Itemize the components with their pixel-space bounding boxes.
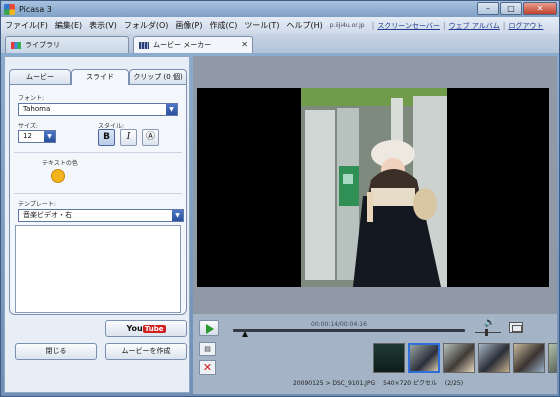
filmstrip-thumbnail[interactable] bbox=[373, 343, 405, 373]
photo-dimensions: 540×720 ピクセル bbox=[383, 380, 437, 387]
preview-area bbox=[193, 56, 557, 314]
template-select[interactable]: 音楽ビデオ・右 ▼ bbox=[18, 209, 184, 222]
size-select[interactable]: 12 ▼ bbox=[18, 130, 56, 143]
slide-settings: フォント: Tahoma ▼ サイズ: 12 ▼ スタイル: B I Ⓐ テキス… bbox=[9, 84, 187, 315]
title-bar: Picasa 3 – □ ✕ bbox=[1, 1, 559, 17]
tab-slide[interactable]: スライド bbox=[71, 69, 129, 85]
fullscreen-icon[interactable] bbox=[509, 322, 523, 333]
filmstrip-thumbnail[interactable] bbox=[408, 343, 440, 373]
play-icon[interactable] bbox=[199, 320, 219, 336]
account-note: p.iiji4u.or.jp bbox=[329, 22, 365, 29]
tab-movie[interactable]: ムービー bbox=[9, 69, 71, 85]
text-color-swatch[interactable] bbox=[51, 169, 65, 183]
slide-text-input[interactable] bbox=[15, 225, 181, 313]
volume-knob[interactable] bbox=[485, 329, 488, 336]
tab-clips[interactable]: クリップ (0 個) bbox=[129, 69, 187, 85]
bold-button[interactable]: B bbox=[98, 129, 115, 146]
filmstrip-thumbnail[interactable] bbox=[478, 343, 510, 373]
minimize-button[interactable]: – bbox=[477, 2, 499, 15]
youtube-logo-tube: Tube bbox=[142, 325, 166, 333]
filmstrip-thumbnail[interactable] bbox=[548, 343, 557, 373]
chevron-down-icon: ▼ bbox=[166, 104, 177, 115]
playhead-handle[interactable] bbox=[241, 331, 248, 337]
slide-photo bbox=[301, 88, 447, 287]
menu-separator: | bbox=[442, 21, 446, 30]
close-window-button[interactable]: ✕ bbox=[523, 2, 557, 15]
menu-separator: | bbox=[502, 21, 506, 30]
logout-link[interactable]: ログアウト bbox=[508, 21, 543, 31]
menu-picture[interactable]: 画像(P) bbox=[175, 20, 202, 31]
tab-movie-maker[interactable]: ムービー メーカー ✕ bbox=[133, 36, 253, 53]
screensaver-link[interactable]: スクリーンセーバー bbox=[377, 21, 440, 31]
font-value: Tahoma bbox=[23, 105, 51, 113]
tab-close-icon[interactable]: ✕ bbox=[241, 40, 248, 49]
window-controls: – □ ✕ bbox=[477, 2, 557, 15]
delete-slide-icon[interactable]: ✕ bbox=[199, 360, 216, 375]
add-text-slide-icon[interactable]: ▤ bbox=[199, 342, 216, 356]
tab-movie-label: ムービー メーカー bbox=[153, 41, 212, 49]
divider bbox=[14, 152, 182, 153]
app-window: Picasa 3 – □ ✕ ファイル(F) 編集(E) 表示(V) フォルダ(… bbox=[0, 0, 560, 397]
photo-info: 20090125 > DSC_9101.JPG 540×720 ピクセル (2/… bbox=[293, 378, 469, 387]
tab-library-label: ライブラリ bbox=[25, 41, 60, 49]
maximize-button[interactable]: □ bbox=[500, 2, 522, 15]
film-icon bbox=[139, 41, 149, 49]
playback-controls: 00:00:14/00:04:16 🔊 ▤ ✕ 20090125 > DSC_9… bbox=[193, 314, 557, 394]
create-movie-button[interactable]: ムービーを作成 bbox=[105, 343, 187, 360]
filmstrip-thumbnail[interactable] bbox=[513, 343, 545, 373]
menu-folder[interactable]: フォルダ(O) bbox=[124, 20, 169, 31]
template-label: テンプレート: bbox=[18, 201, 56, 208]
filmstrip-thumbnail[interactable] bbox=[443, 343, 475, 373]
menu-edit[interactable]: 編集(E) bbox=[55, 20, 82, 31]
font-select[interactable]: Tahoma ▼ bbox=[18, 103, 178, 116]
menu-help[interactable]: ヘルプ(H) bbox=[286, 20, 322, 31]
close-button[interactable]: 閉じる bbox=[15, 343, 97, 360]
web-album-link[interactable]: ウェブ アルバム bbox=[449, 21, 500, 31]
outline-button[interactable]: Ⓐ bbox=[142, 129, 159, 146]
panel-tabs: ムービー スライド クリップ (0 個) bbox=[9, 69, 187, 85]
italic-button[interactable]: I bbox=[120, 129, 137, 146]
menu-file[interactable]: ファイル(F) bbox=[5, 20, 48, 31]
timecode: 00:00:14/00:04:16 bbox=[311, 321, 367, 328]
window-title: Picasa 3 bbox=[19, 4, 52, 14]
document-tabs: ライブラリ ムービー メーカー ✕ bbox=[1, 34, 559, 53]
youtube-logo-you: You bbox=[126, 324, 143, 333]
menu-bar: ファイル(F) 編集(E) 表示(V) フォルダ(O) 画像(P) 作成(C) … bbox=[1, 17, 559, 34]
text-color-label: テキストの色 bbox=[42, 160, 78, 167]
chevron-down-icon: ▼ bbox=[172, 210, 183, 221]
divider bbox=[14, 193, 182, 194]
volume-icon[interactable]: 🔊 bbox=[484, 318, 495, 328]
menu-view[interactable]: 表示(V) bbox=[89, 20, 117, 31]
library-icon bbox=[11, 41, 21, 49]
slide-filmstrip bbox=[373, 341, 557, 377]
photo-position: (2/25) bbox=[444, 380, 464, 387]
size-label: サイズ: bbox=[18, 123, 38, 130]
template-value: 音楽ビデオ・右 bbox=[23, 211, 72, 219]
video-screen bbox=[197, 88, 549, 287]
photo-filename: 20090125 > DSC_9101.JPG bbox=[293, 380, 376, 387]
volume-slider[interactable] bbox=[475, 332, 501, 333]
menu-create[interactable]: 作成(C) bbox=[209, 20, 237, 31]
font-label: フォント: bbox=[18, 95, 45, 102]
tab-library[interactable]: ライブラリ bbox=[5, 36, 129, 53]
upload-youtube-button[interactable]: You Tube bbox=[105, 320, 187, 337]
chevron-down-icon: ▼ bbox=[44, 131, 55, 142]
size-value: 12 bbox=[23, 132, 32, 140]
menu-tools[interactable]: ツール(T) bbox=[244, 20, 279, 31]
movie-options-panel: ムービー スライド クリップ (0 個) フォント: Tahoma ▼ サイズ:… bbox=[4, 56, 190, 393]
timeline-scrubber[interactable] bbox=[233, 329, 465, 332]
picasa-logo-icon bbox=[4, 3, 15, 15]
menu-separator: | bbox=[371, 21, 375, 30]
